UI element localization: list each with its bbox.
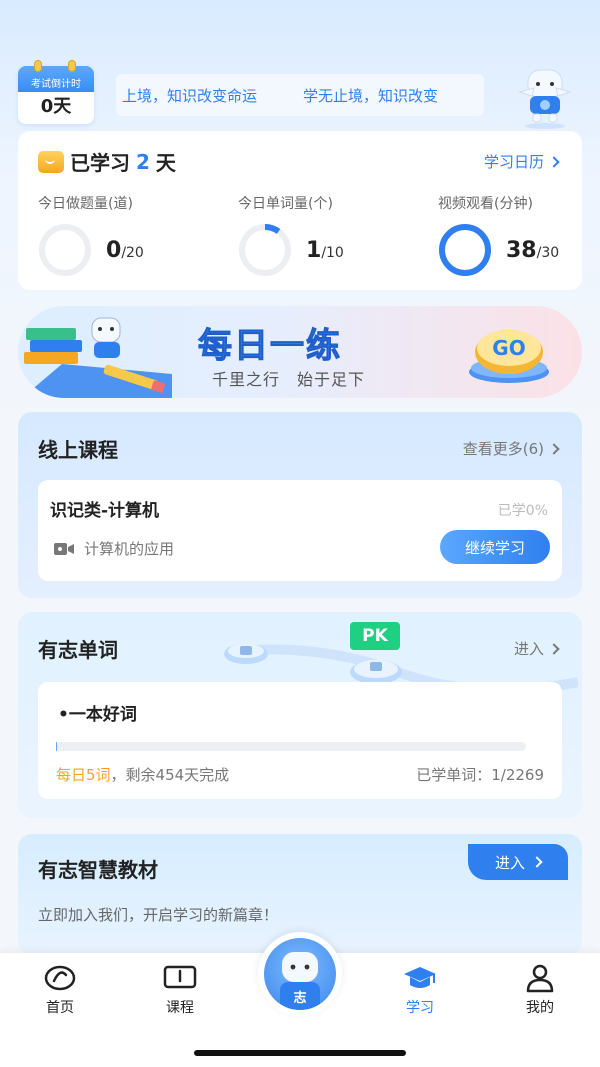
stat-questions[interactable]: 今日做题量(道) 0/20 bbox=[38, 193, 218, 277]
vocabulary-section: PK 有志单词 进入 •一本好词 每日5词，剩余454天完成 已学单词：1/22… bbox=[18, 612, 582, 818]
calendar-ring-icon bbox=[68, 60, 76, 72]
progress-ring-icon bbox=[439, 224, 491, 276]
books-mascot-illustration bbox=[22, 317, 172, 398]
user-icon bbox=[526, 964, 554, 993]
center-mascot-button[interactable]: 志 bbox=[258, 932, 342, 1016]
view-more-link[interactable]: 查看更多(6) bbox=[462, 438, 560, 459]
lesson-name: 计算机的应用 bbox=[84, 540, 175, 558]
marquee-text: 学无止境，知识改变 bbox=[303, 86, 439, 105]
section-title: 有志智慧教材 bbox=[38, 858, 158, 882]
video-camera-icon bbox=[54, 542, 74, 555]
tab-label: 我的 bbox=[526, 1000, 554, 1016]
tab-study[interactable]: 学习 bbox=[380, 963, 460, 1017]
chevron-right-icon bbox=[531, 856, 543, 868]
word-progress-bar bbox=[56, 742, 526, 751]
home-icon bbox=[44, 965, 76, 991]
motto-marquee: 上境，知识改变命运 学无止境，知识改变 bbox=[116, 74, 484, 116]
chevron-right-icon bbox=[548, 442, 560, 455]
banner-title: 每日一练 bbox=[198, 326, 342, 367]
words-learned-count: 已学单词：1/2269 bbox=[416, 766, 544, 784]
banner-subtitle: 千里之行 始于足下 bbox=[212, 370, 366, 389]
pk-badge[interactable]: PK bbox=[350, 622, 400, 650]
word-book-card[interactable]: •一本好词 每日5词，剩余454天完成 已学单词：1/2269 bbox=[38, 682, 562, 799]
textbook-description: 立即加入我们，开启学习的新篇章！ bbox=[38, 906, 279, 924]
chevron-right-icon bbox=[548, 642, 560, 655]
book-icon bbox=[163, 965, 197, 989]
tab-course[interactable]: 课程 bbox=[140, 963, 220, 1017]
continue-learning-button[interactable]: 继续学习 bbox=[440, 530, 550, 564]
tab-label: 学习 bbox=[406, 1000, 434, 1016]
tab-label: 课程 bbox=[166, 1000, 194, 1016]
mascot-icon: 志 bbox=[280, 952, 320, 1010]
calendar-ring-icon bbox=[34, 60, 42, 72]
stat-value: 38/30 bbox=[506, 237, 560, 263]
mascot-icon[interactable] bbox=[510, 62, 580, 130]
word-plan: 每日5词，剩余454天完成 bbox=[56, 766, 230, 784]
smile-badge-icon bbox=[38, 150, 64, 173]
stat-label: 今日单词量(个) bbox=[238, 196, 333, 212]
view-more-label: 查看更多(6) bbox=[462, 440, 544, 458]
study-days-count: 2 bbox=[136, 149, 150, 174]
enter-words-link[interactable]: 进入 bbox=[513, 638, 560, 659]
progress-ring-icon bbox=[239, 224, 291, 276]
stat-label: 视频观看(分钟) bbox=[438, 196, 533, 212]
study-days-prefix: 已学习 bbox=[70, 151, 130, 175]
section-title: 线上课程 bbox=[38, 438, 118, 462]
study-days-suffix: 天 bbox=[155, 151, 176, 175]
word-book-title: •一本好词 bbox=[58, 705, 137, 725]
go-button[interactable]: GO bbox=[468, 322, 550, 384]
stat-value: 1/10 bbox=[306, 237, 344, 263]
study-calendar-link[interactable]: 学习日历 bbox=[483, 151, 560, 172]
stat-words[interactable]: 今日单词量(个) 1/10 bbox=[238, 193, 418, 277]
graduation-cap-icon bbox=[404, 967, 436, 988]
course-card[interactable]: 识记类-计算机 已学0% 计算机的应用 继续学习 bbox=[38, 480, 562, 581]
course-lesson: 计算机的应用 bbox=[54, 538, 174, 559]
stat-label: 今日做题量(道) bbox=[38, 196, 133, 212]
study-stats-card: 已学习 2 天 学习日历 今日做题量(道) 0/20 今日单词量(个) 1/10… bbox=[18, 131, 582, 290]
study-calendar-label: 学习日历 bbox=[483, 153, 544, 171]
home-indicator bbox=[194, 1050, 406, 1056]
tab-mine[interactable]: 我的 bbox=[500, 963, 580, 1017]
marquee-text: 上境，知识改变命运 bbox=[122, 86, 258, 105]
stat-value: 0/20 bbox=[106, 237, 144, 263]
exam-countdown[interactable]: 考试倒计时 0天 bbox=[18, 60, 94, 124]
countdown-label: 考试倒计时 bbox=[18, 66, 94, 92]
progress-ring-icon bbox=[39, 224, 91, 276]
enter-label: 进入 bbox=[494, 853, 525, 872]
svg-text:GO: GO bbox=[492, 336, 525, 360]
stat-video[interactable]: 视频观看(分钟) 38/30 bbox=[438, 193, 600, 277]
enter-textbook-button[interactable]: 进入 bbox=[468, 844, 568, 880]
enter-label: 进入 bbox=[513, 640, 544, 658]
section-title: 有志单词 bbox=[38, 638, 118, 662]
countdown-days: 0天 bbox=[40, 96, 72, 117]
tab-label: 首页 bbox=[46, 1000, 74, 1016]
tab-home[interactable]: 首页 bbox=[20, 963, 100, 1017]
course-title: 识记类-计算机 bbox=[50, 501, 160, 521]
svg-text:志: 志 bbox=[293, 990, 306, 1006]
daily-practice-banner[interactable]: 每日一练 千里之行 始于足下 GO bbox=[18, 306, 582, 398]
chevron-right-icon bbox=[548, 155, 560, 168]
online-courses-section: 线上课程 查看更多(6) 识记类-计算机 已学0% 计算机的应用 继续学习 bbox=[18, 412, 582, 598]
study-days-heading: 已学习 2 天 bbox=[38, 147, 176, 176]
course-progress: 已学0% bbox=[497, 503, 548, 519]
